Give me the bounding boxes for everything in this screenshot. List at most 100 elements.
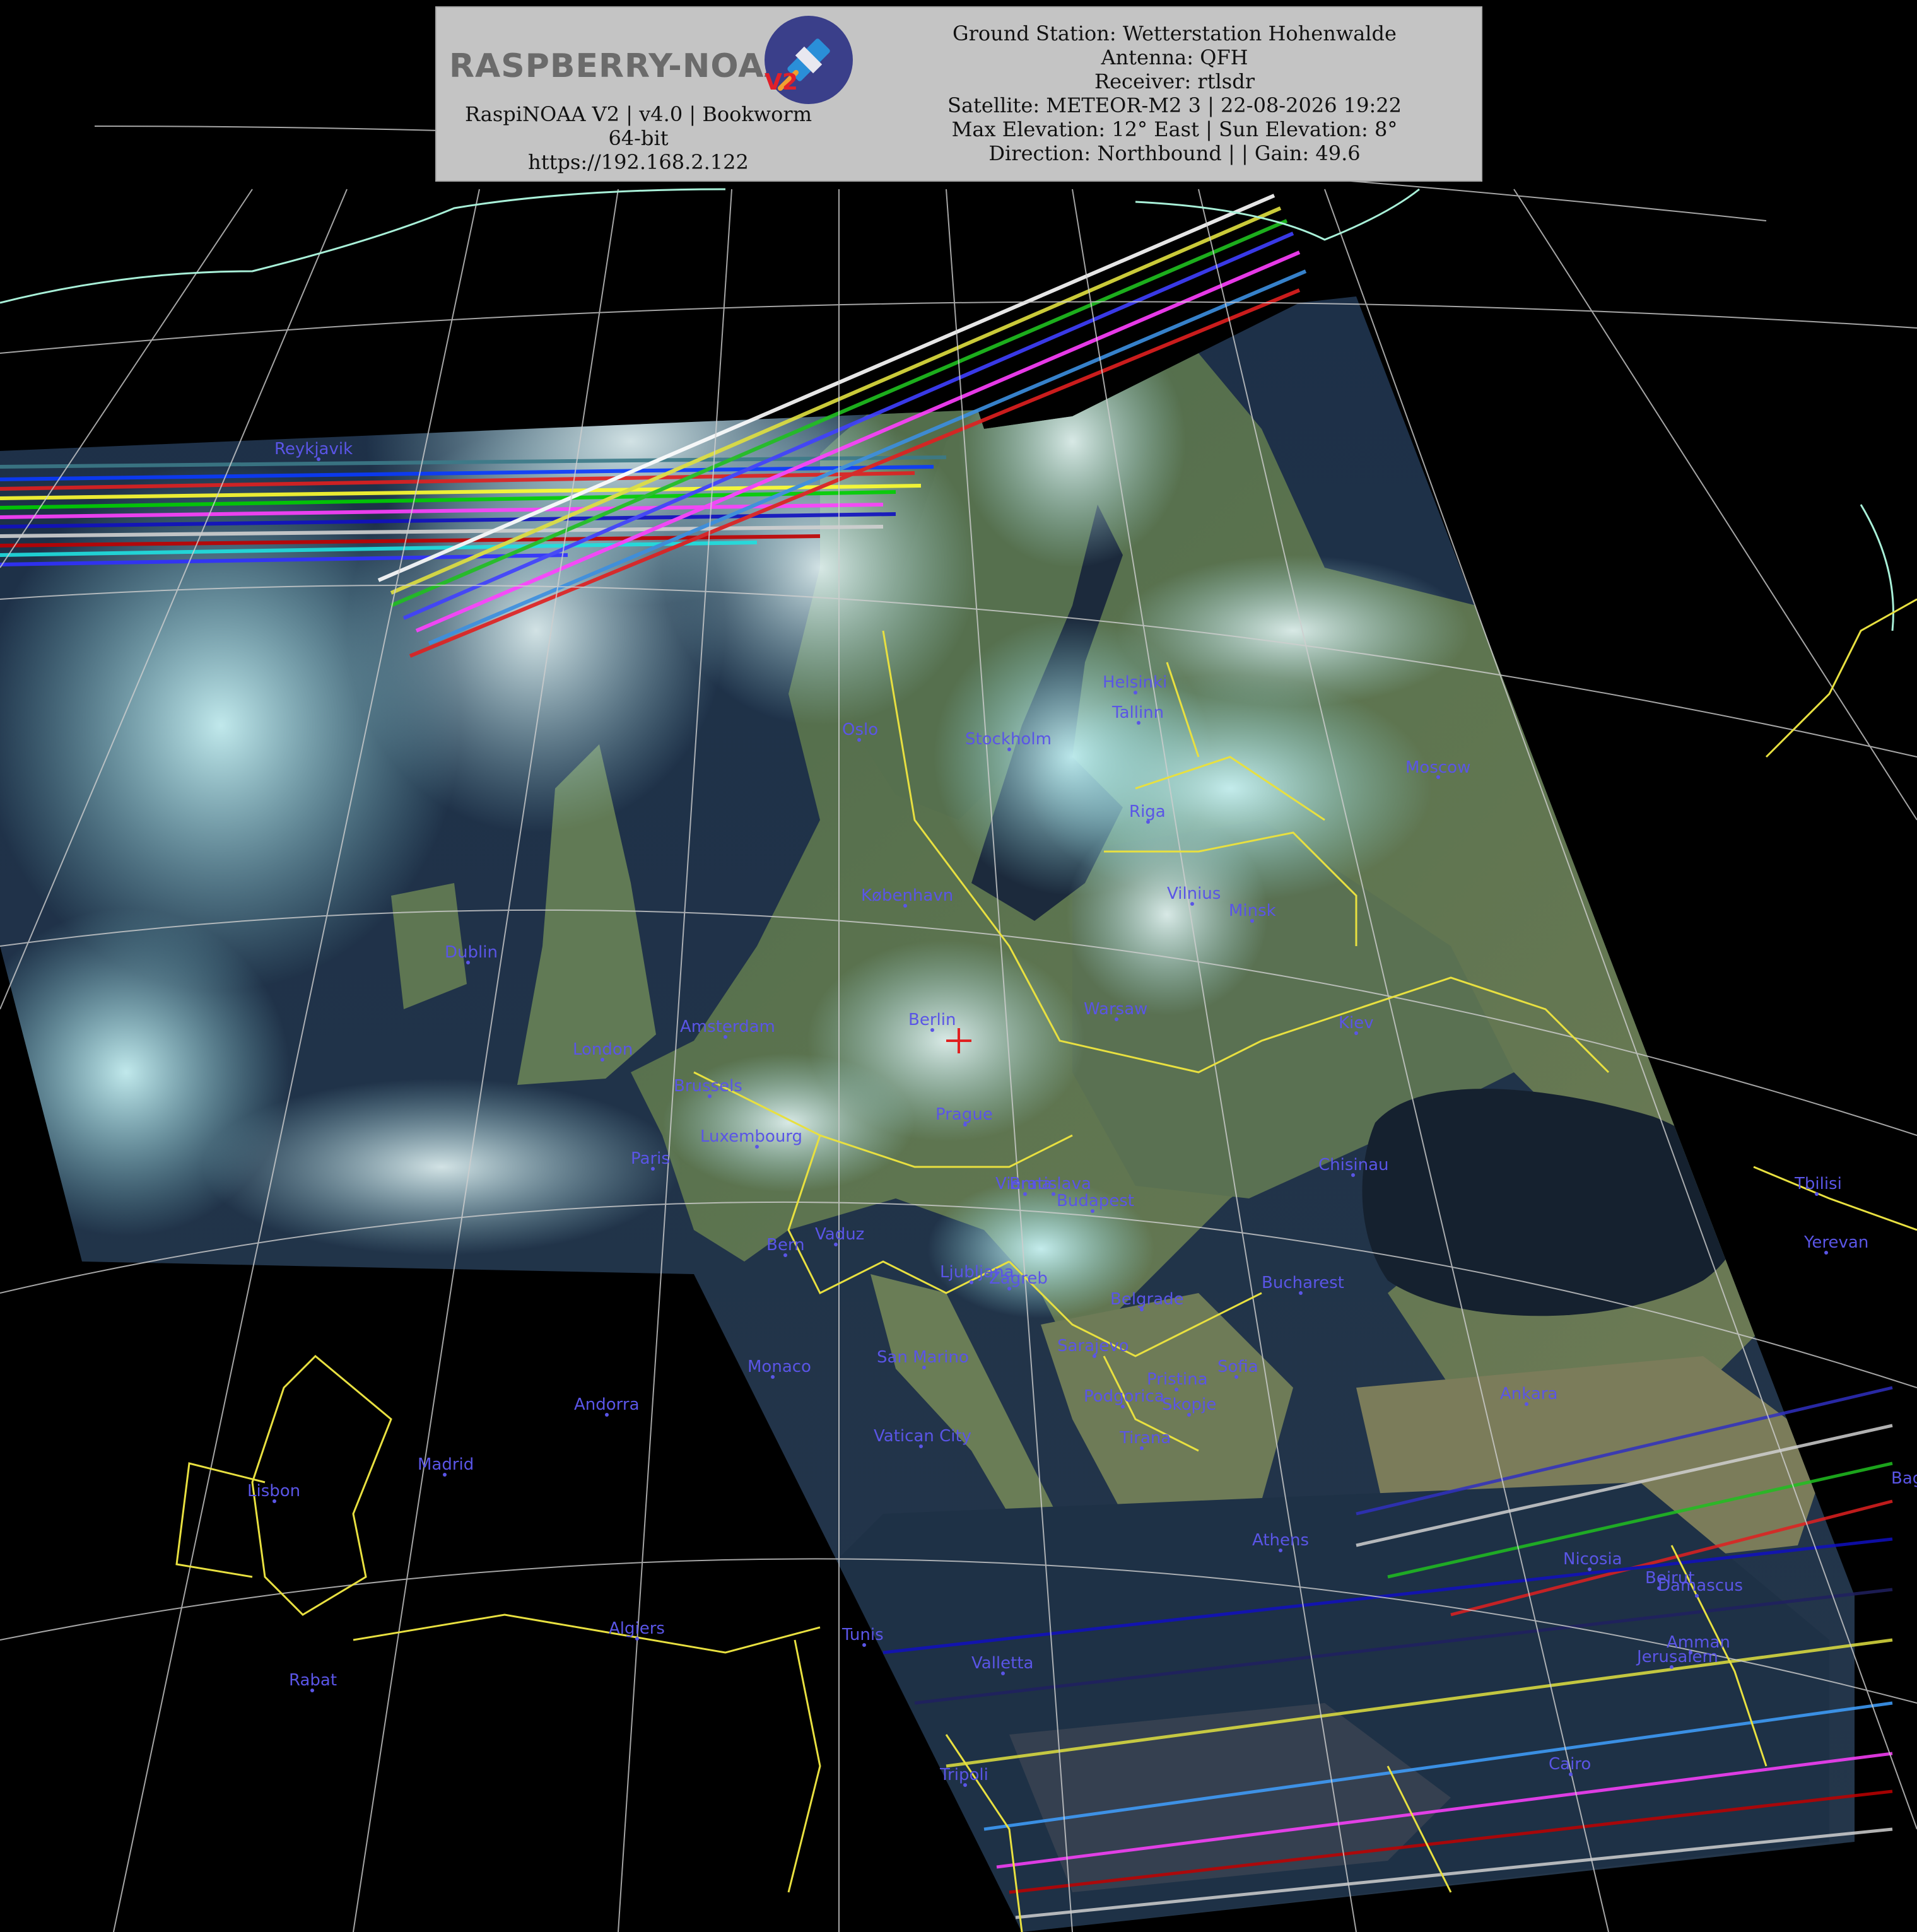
city-rabat: Rabat	[289, 1671, 337, 1692]
city-label: Berlin	[908, 1010, 956, 1029]
city-yerevan: Yerevan	[1803, 1233, 1868, 1255]
city-warsaw: Warsaw	[1084, 1000, 1147, 1021]
city-minsk: Minsk	[1229, 901, 1276, 923]
city-label: Zagreb	[989, 1269, 1048, 1288]
raspberry-noaa-logo: RASPBERRY-NOAA V2	[443, 13, 853, 107]
city-label: Lisbon	[247, 1482, 300, 1501]
city-label: Podgorica	[1084, 1387, 1164, 1406]
city-label: Algiers	[609, 1619, 665, 1638]
city-zagreb: Zagreb	[989, 1269, 1048, 1291]
city-riga: Riga	[1129, 802, 1166, 824]
city-skopje: Skopje	[1162, 1395, 1216, 1417]
direction-gain: Direction: Northbound | | Gain: 49.6	[988, 141, 1361, 165]
city-label: Stockholm	[965, 730, 1052, 749]
satellite-pass: Satellite: METEOR-M2 3 | 22-08-2026 19:2…	[947, 93, 1402, 117]
city-tripoli: Tripoli	[939, 1765, 988, 1787]
city-oslo: Oslo	[842, 720, 878, 742]
app-version-line: RaspiNOAA V2 | v4.0 | Bookworm 64-bit	[464, 102, 812, 150]
city-valletta: Valletta	[971, 1654, 1033, 1675]
city-label: Luxembourg	[700, 1127, 802, 1146]
city-kobenhavn: København	[861, 886, 953, 908]
city-madrid: Madrid	[418, 1455, 474, 1477]
city-dublin: Dublin	[445, 943, 498, 964]
city-label: Tripoli	[939, 1765, 988, 1784]
city-label: Jerusalem	[1636, 1648, 1718, 1666]
city-label: Warsaw	[1084, 1000, 1147, 1019]
city-label: Paris	[631, 1149, 670, 1168]
city-label: Amsterdam	[680, 1017, 775, 1036]
city-label: Skopje	[1162, 1395, 1216, 1414]
receiver: Receiver: rtlsdr	[1094, 69, 1255, 93]
city-monaco: Monaco	[747, 1357, 811, 1379]
info-header-panel: RASPBERRY-NOAA V2 RaspiNOAA V2 | v4.0 | …	[435, 6, 1482, 182]
city-sofia: Sofia	[1217, 1357, 1258, 1379]
city-label: London	[573, 1040, 633, 1059]
city-london: London	[573, 1040, 633, 1062]
city-label: Tbilisi	[1794, 1174, 1842, 1193]
city-label: Damascus	[1658, 1576, 1743, 1595]
app-info: RaspiNOAA V2 | v4.0 | Bookworm 64-bit ht…	[437, 102, 840, 174]
pass-info: Ground Station: Wetterstation Hohenwalde…	[865, 21, 1484, 165]
ground-station: Ground Station: Wetterstation Hohenwalde	[953, 21, 1397, 45]
city-tunis: Tunis	[841, 1625, 884, 1647]
city-algiers: Algiers	[609, 1619, 665, 1641]
city-tbilisi: Tbilisi	[1794, 1174, 1842, 1196]
antenna: Antenna: QFH	[1101, 45, 1248, 69]
city-san-marino: San Marino	[877, 1348, 969, 1369]
city-athens: Athens	[1252, 1531, 1309, 1552]
city-moscow: Moscow	[1405, 758, 1470, 779]
city-budapest: Budapest	[1057, 1191, 1134, 1213]
city-jerusalem: Jerusalem	[1636, 1648, 1718, 1669]
satellite-image: Reykjavik Helsinki Tallinn Oslo Stockhol…	[0, 0, 1917, 1932]
city-label: Athens	[1252, 1531, 1309, 1550]
city-label: Vilnius	[1167, 884, 1221, 903]
city-label: Kiev	[1339, 1014, 1374, 1033]
city-sarajevo: Sarajevo	[1057, 1337, 1129, 1358]
city-reykjavik: Reykjavik	[274, 440, 353, 461]
city-andorra: Andorra	[574, 1395, 640, 1417]
city-label: Bratislava	[1009, 1174, 1091, 1193]
city-label: Chisinau	[1318, 1156, 1389, 1174]
city-kiev: Kiev	[1339, 1014, 1374, 1035]
host-url: https://192.168.2.122	[528, 150, 749, 174]
city-brussels: Brussels	[674, 1077, 742, 1098]
city-damascus: Damascus	[1658, 1576, 1743, 1598]
city-label: Dublin	[445, 943, 498, 962]
city-cairo: Cairo	[1549, 1755, 1591, 1776]
city-label: Tallinn	[1111, 703, 1164, 722]
city-label: Moscow	[1405, 758, 1470, 777]
city-label: Vatican City	[874, 1427, 971, 1446]
logo-wordmark: RASPBERRY-NOAA	[449, 47, 790, 85]
city-label: Helsinki	[1103, 673, 1167, 692]
city-helsinki: Helsinki	[1103, 673, 1167, 694]
city-vilnius: Vilnius	[1167, 884, 1221, 906]
city-label: Belgrade	[1110, 1290, 1184, 1309]
city-tallinn: Tallinn	[1111, 703, 1164, 725]
city-luxembourg: Luxembourg	[700, 1127, 802, 1149]
city-belgrade: Belgrade	[1110, 1290, 1184, 1311]
city-lisbon: Lisbon	[247, 1482, 300, 1503]
city-tirana: Tirana	[1119, 1429, 1171, 1450]
city-label: Vaduz	[815, 1225, 864, 1244]
city-label: Pristina	[1147, 1370, 1208, 1389]
city-label: Oslo	[842, 720, 878, 739]
city-stockholm: Stockholm	[965, 730, 1052, 751]
city-bern: Bern	[766, 1236, 805, 1257]
city-label: Nicosia	[1563, 1550, 1622, 1569]
logo-version: V2	[765, 69, 798, 95]
city-label: Sarajevo	[1057, 1337, 1129, 1355]
city-label: Minsk	[1229, 901, 1276, 920]
city-label: Bucharest	[1262, 1273, 1344, 1292]
city-label: Reykjavik	[274, 440, 353, 459]
city-label: Tunis	[841, 1625, 884, 1644]
city-label: Sofia	[1217, 1357, 1258, 1376]
city-label: Prague	[935, 1105, 993, 1124]
city-paris: Paris	[631, 1149, 670, 1171]
city-bucharest: Bucharest	[1262, 1273, 1344, 1295]
satellite-map: Reykjavik Helsinki Tallinn Oslo Stockhol…	[0, 0, 1917, 1932]
city-ankara: Ankara	[1500, 1385, 1557, 1406]
city-label: San Marino	[877, 1348, 969, 1367]
city-label: Cairo	[1549, 1755, 1591, 1774]
city-vaduz: Vaduz	[815, 1225, 864, 1246]
city-label: Tirana	[1119, 1429, 1171, 1448]
